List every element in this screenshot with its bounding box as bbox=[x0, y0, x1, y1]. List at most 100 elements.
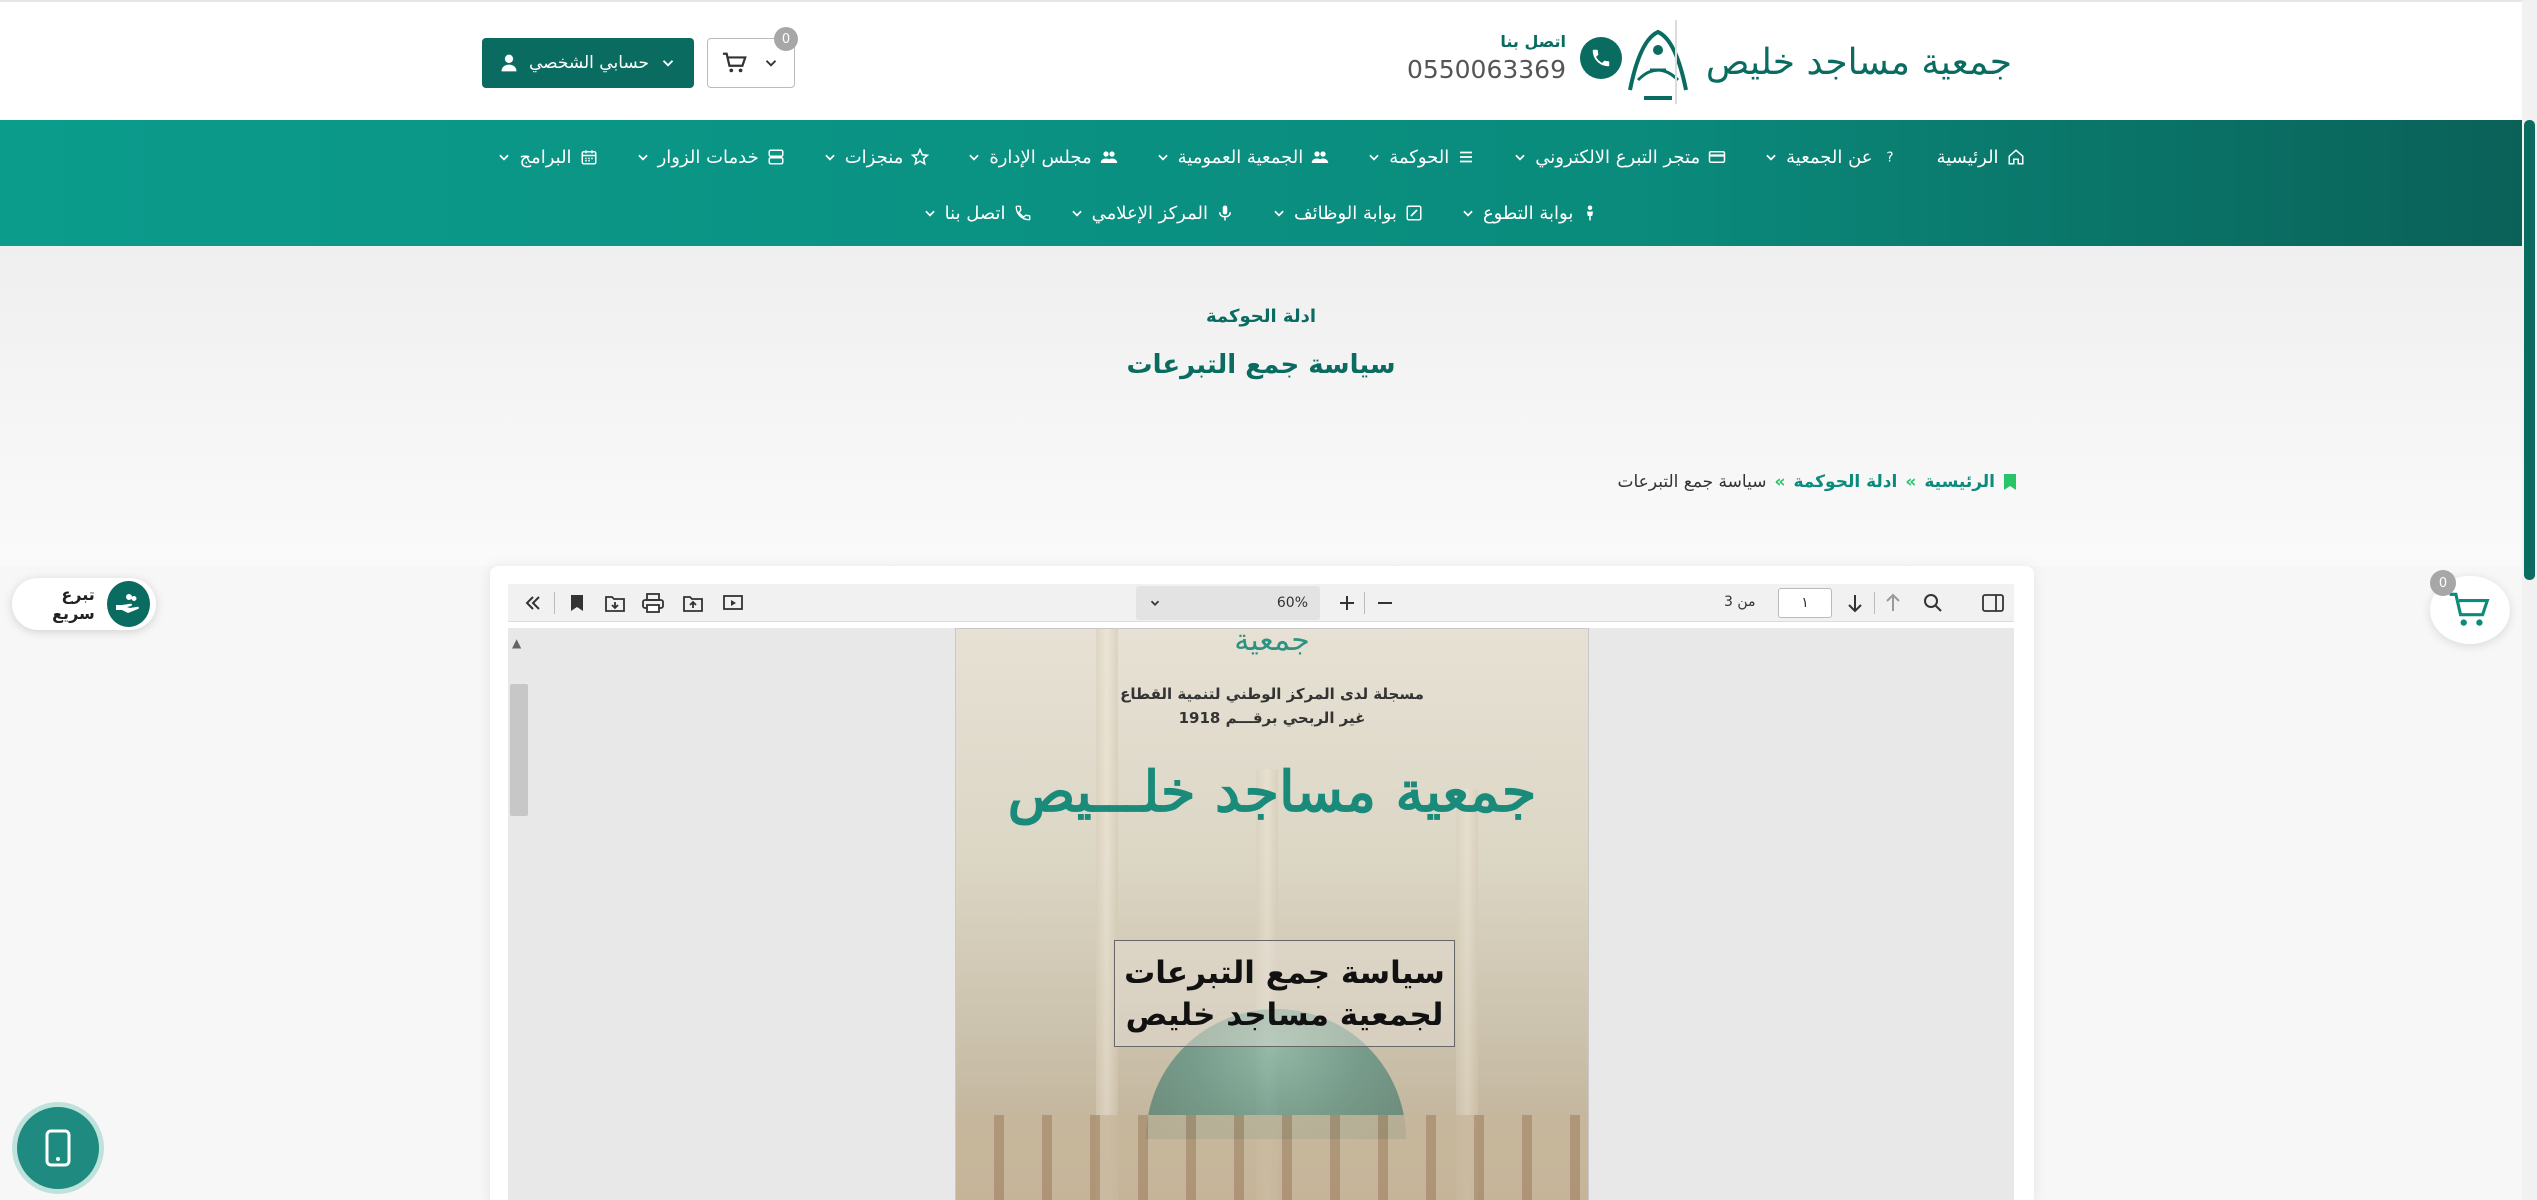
zoom-out-icon[interactable] bbox=[1372, 590, 1398, 616]
toolbar-divider bbox=[1874, 592, 1875, 614]
zoom-in-icon[interactable] bbox=[1334, 590, 1360, 616]
home-icon bbox=[2008, 149, 2024, 165]
nav-item-label: متجر التبرع الالكتروني bbox=[1535, 146, 1701, 168]
nav-item[interactable]: ? عن الجمعية bbox=[1764, 140, 1898, 174]
nav-item[interactable]: مجلس الإدارة bbox=[967, 140, 1117, 174]
nav-item-label: عن الجمعية bbox=[1786, 146, 1873, 168]
nav-item-label: منجزات bbox=[844, 146, 904, 168]
nav-item[interactable]: الرئيسية bbox=[1937, 140, 2025, 174]
nav-item[interactable]: بوابة التطوع bbox=[1461, 196, 1599, 230]
mobile-phone-icon bbox=[45, 1129, 71, 1167]
question-icon: ? bbox=[1886, 150, 1893, 166]
presentation-icon[interactable] bbox=[720, 590, 746, 616]
chevron-down-icon bbox=[1150, 600, 1160, 606]
chevron-down-icon bbox=[765, 60, 777, 67]
zoom-value: 60% bbox=[1276, 595, 1308, 611]
cart-icon bbox=[2449, 592, 2490, 626]
account-label: حسابي الشخصي bbox=[528, 53, 650, 73]
server-icon bbox=[768, 149, 784, 165]
contact-label: اتصل بنا bbox=[1500, 32, 1566, 51]
nav-item-label: بوابة التطوع bbox=[1482, 202, 1574, 224]
download-icon[interactable] bbox=[602, 590, 628, 616]
main-nav: الرئيسية? عن الجمعية متجر التبرع الالكترون… bbox=[0, 120, 2522, 246]
pdf-logo: جمعية bbox=[1234, 628, 1310, 658]
nav-item[interactable]: اتصل بنا bbox=[923, 196, 1032, 230]
search-icon[interactable] bbox=[1920, 590, 1946, 616]
header-divider bbox=[1675, 20, 1677, 104]
toolbar-divider bbox=[554, 592, 555, 614]
user-icon bbox=[501, 54, 517, 72]
header-cart-button[interactable]: 0 bbox=[707, 27, 798, 88]
nav-item[interactable]: بوابة الوظائف bbox=[1272, 196, 1423, 230]
nav-item[interactable]: البرامج bbox=[497, 140, 597, 174]
pdf-view-area[interactable]: ▲ جمعية مسجلة لدى المركز الوطني لتنمية ا… bbox=[508, 628, 2014, 1200]
site-logo[interactable]: جمعية مساجد خليص bbox=[1620, 20, 2012, 104]
breadcrumb-separator: » bbox=[1905, 472, 1917, 492]
sidebar-toggle-icon[interactable] bbox=[1980, 590, 2006, 616]
floating-cart-button[interactable]: 0 bbox=[2430, 570, 2510, 644]
page-scrollbar-thumb[interactable] bbox=[2524, 120, 2535, 580]
pdf-page: جمعية مسجلة لدى المركز الوطني لتنمية الق… bbox=[955, 628, 1589, 1200]
pdf-scrollbar[interactable] bbox=[510, 684, 528, 816]
chevron-down-icon bbox=[825, 154, 835, 161]
arrow-up-icon[interactable] bbox=[1880, 590, 1906, 616]
cart-count-badge: 0 bbox=[774, 27, 798, 51]
chevron-down-icon bbox=[1274, 210, 1284, 217]
page-scrollbar[interactable] bbox=[2522, 0, 2537, 1200]
double-chevron-icon[interactable] bbox=[520, 590, 546, 616]
nav-item[interactable]: متجر التبرع الالكتروني bbox=[1513, 140, 1726, 174]
nav-row-secondary: بوابة التطوع بوابة الوظائف المركز الإعلامي… bbox=[0, 196, 2522, 230]
users-icon bbox=[1100, 151, 1117, 163]
page-count-label: من 3 bbox=[1724, 594, 1756, 610]
floating-cart-badge: 0 bbox=[2430, 570, 2456, 596]
nav-item-label: البرامج bbox=[519, 146, 572, 168]
chevron-down-icon bbox=[969, 154, 980, 161]
nav-item-label: مجلس الإدارة bbox=[989, 146, 1092, 168]
arrow-down-icon[interactable] bbox=[1842, 590, 1868, 616]
calendar-icon bbox=[581, 150, 597, 165]
hero-pre-title: ادلة الحوكمة bbox=[1206, 306, 1316, 327]
nav-item[interactable]: المركز الإعلامي bbox=[1070, 196, 1234, 230]
pdf-title-line2: لجمعية مساجد خليص bbox=[1125, 996, 1444, 1033]
contact-number[interactable]: 0550063369 bbox=[1407, 55, 1566, 84]
scroll-up-icon[interactable]: ▲ bbox=[512, 636, 521, 650]
page-hero: ادلة الحوكمة سياسة جمع التبرعات الرئيسية… bbox=[0, 246, 2522, 566]
nav-item-label: بوابة الوظائف bbox=[1294, 202, 1397, 224]
zoom-select[interactable]: 60% bbox=[1136, 586, 1320, 620]
breadcrumb-section[interactable]: ادلة الحوكمة bbox=[1793, 472, 1897, 492]
logo-text: جمعية مساجد خليص bbox=[1705, 41, 2012, 83]
breadcrumb-home[interactable]: الرئيسية bbox=[1924, 472, 1995, 492]
nav-row-primary: الرئيسية? عن الجمعية متجر التبرع الالكترون… bbox=[0, 140, 2522, 174]
users-icon bbox=[1311, 151, 1329, 163]
cart-icon bbox=[722, 52, 747, 73]
star-icon bbox=[911, 148, 930, 166]
nav-item[interactable]: الجمعية العمومية bbox=[1156, 140, 1330, 174]
nav-item-label: خدمات الزوار bbox=[657, 146, 759, 168]
page-number-input[interactable]: ١ bbox=[1778, 588, 1832, 618]
phone-icon bbox=[1580, 37, 1622, 79]
chevron-down-icon bbox=[662, 60, 674, 67]
breadcrumb-separator: » bbox=[1774, 472, 1786, 492]
svg-text:?: ? bbox=[1886, 150, 1893, 166]
chevron-down-icon bbox=[924, 210, 935, 217]
nav-item[interactable]: الحوكمة bbox=[1367, 140, 1475, 174]
mobile-app-button[interactable] bbox=[12, 1102, 104, 1194]
pdf-title-box: سياسة جمع التبرعات لجمعية مساجد خليص bbox=[1114, 940, 1455, 1047]
nav-item[interactable]: منجزات bbox=[823, 140, 930, 174]
donate-hand-icon bbox=[106, 581, 150, 627]
nav-item[interactable]: خدمات الزوار bbox=[636, 140, 785, 174]
card-icon bbox=[1708, 151, 1726, 163]
bookmark-icon[interactable] bbox=[564, 590, 590, 616]
open-file-icon[interactable] bbox=[680, 590, 706, 616]
account-button[interactable]: حسابي الشخصي bbox=[482, 38, 694, 88]
contact-block[interactable]: اتصل بنا 0550063369 bbox=[1407, 32, 1622, 84]
pdf-viewer: 60% من 3 ١ ▲ جمعية مسجلة لدى المركز الوط… bbox=[490, 566, 2034, 1200]
chevron-down-icon bbox=[499, 154, 510, 161]
print-icon[interactable] bbox=[640, 590, 666, 616]
quick-donate-button[interactable]: تبرع سريع bbox=[12, 578, 156, 630]
breadcrumb-current: سياسة جمع التبرعات bbox=[1617, 472, 1767, 492]
pdf-registration-number: غير الربحي برقـــم 1918 bbox=[1178, 709, 1366, 727]
page-title: سياسة جمع التبرعات bbox=[1126, 350, 1396, 380]
nav-item-label: الرئيسية bbox=[1936, 146, 1999, 168]
list-icon bbox=[1460, 151, 1473, 163]
